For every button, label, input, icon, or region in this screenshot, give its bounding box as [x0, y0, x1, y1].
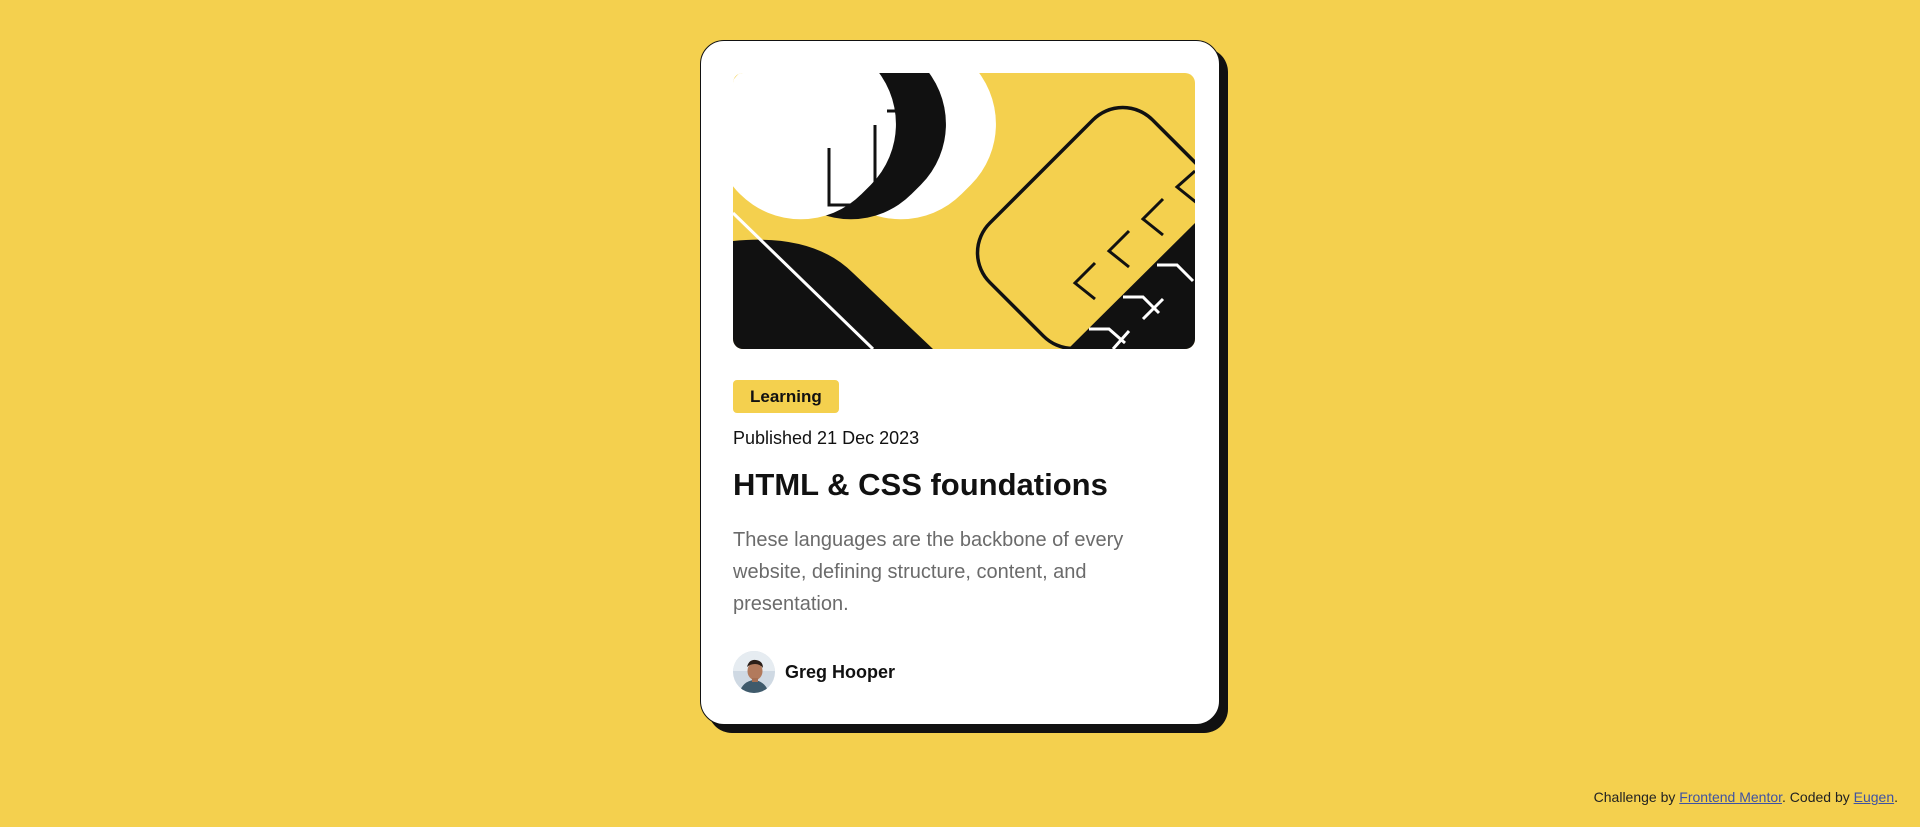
- attribution-middle: . Coded by: [1782, 789, 1850, 805]
- avatar: [733, 651, 775, 693]
- author-name: Greg Hooper: [785, 661, 896, 682]
- attribution-prefix: Challenge by: [1593, 789, 1676, 805]
- illustration-graphic: [733, 73, 1195, 349]
- avatar-photo-icon: [733, 651, 775, 693]
- published-date: Published 21 Dec 2023: [733, 428, 920, 448]
- frontend-mentor-link[interactable]: Frontend Mentor: [1679, 789, 1782, 805]
- blog-preview-card: Learning Published 21 Dec 2023 HTML & CS…: [700, 40, 1220, 725]
- card-illustration: [733, 73, 1195, 349]
- attribution: Challenge by Frontend Mentor. Coded by E…: [1594, 789, 1898, 805]
- author: Greg Hooper: [733, 651, 895, 693]
- category-tag: Learning: [733, 380, 839, 413]
- card-description: These languages are the backbone of ever…: [733, 529, 1124, 615]
- author-link[interactable]: Eugen: [1854, 789, 1894, 805]
- attribution-suffix: .: [1894, 789, 1898, 805]
- card-title[interactable]: HTML & CSS foundations: [733, 467, 1108, 503]
